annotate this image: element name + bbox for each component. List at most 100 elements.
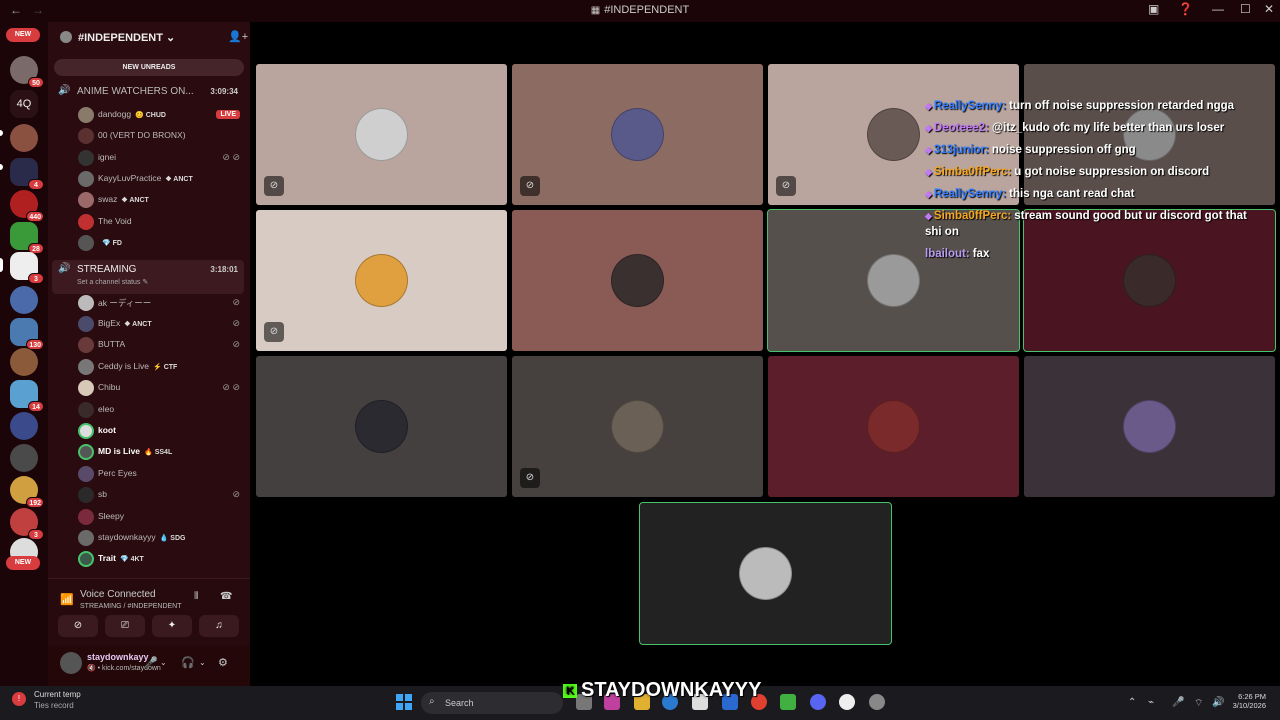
username: BigEx <box>98 318 121 328</box>
voice-user[interactable]: BUTTA ⊘ <box>76 335 244 355</box>
help-icon[interactable]: ❓ <box>1178 2 1193 16</box>
chat-message: ◆ ReallySenny: turn off noise suppression … <box>925 98 1265 114</box>
voice-user[interactable]: dandogg 😊 CHUD LIVE <box>76 105 244 125</box>
microphone-icon[interactable]: 🎤 <box>1172 697 1184 708</box>
server-icon[interactable]: 130 <box>10 318 44 350</box>
voice-user[interactable]: 00 (VERT DO BRONX) <box>76 126 244 146</box>
chat-text: fax <box>972 248 990 260</box>
voice-user[interactable]: ak ーディーー ⊘ <box>76 293 244 313</box>
soundboard-button[interactable]: ♫ <box>199 615 239 637</box>
maximize-icon[interactable]: ☐ <box>1240 2 1251 16</box>
voice-user[interactable]: swaz ❖ ANCT <box>76 190 244 210</box>
avatar <box>78 192 94 208</box>
search-icon: ⌕ <box>429 696 435 707</box>
server-icon[interactable] <box>10 286 38 314</box>
voice-user[interactable]: KayyLuvPractice ❖ ANCT <box>76 169 244 189</box>
server-icon[interactable]: 50 <box>10 56 44 88</box>
clock[interactable]: 6:26 PM 3/10/2026 <box>1226 692 1266 710</box>
server-icon[interactable]: 3 <box>10 508 44 540</box>
new-unreads-button[interactable]: NEW UNREADS <box>54 59 244 76</box>
microphone-icon[interactable]: 🎤 <box>144 656 158 669</box>
server-icon[interactable] <box>10 124 38 152</box>
noise-suppression-icon[interactable]: ⦀ <box>194 591 198 602</box>
voice-user[interactable]: staydownkayyy 💧 SDG <box>76 528 244 548</box>
chat-text: u got noise suppression on discord <box>1014 166 1210 178</box>
voice-user[interactable]: Perc Eyes <box>76 464 244 484</box>
chevron-down-icon[interactable]: ⌄ <box>160 658 167 667</box>
video-tile[interactable] <box>639 502 892 645</box>
camera-off-button[interactable]: ⊘ <box>58 615 98 637</box>
server-icon[interactable] <box>10 444 38 472</box>
chevron-down-icon[interactable]: ⌄ <box>199 658 206 667</box>
chat-text: turn off noise suppression retarded ngga <box>1009 100 1235 112</box>
obs-icon[interactable] <box>869 694 885 710</box>
voice-connected-subtitle[interactable]: STREAMING / #INDEPENDENT <box>80 603 182 610</box>
video-tile[interactable]: ⊘ <box>512 356 763 497</box>
video-tile[interactable] <box>768 356 1019 497</box>
server-icon[interactable]: 14 <box>10 380 44 412</box>
voice-user[interactable]: The Void <box>76 212 244 232</box>
avatar <box>78 150 94 166</box>
clan-tag: 💧 SDG <box>159 535 186 542</box>
voice-user[interactable]: koot <box>76 421 244 441</box>
minimize-icon[interactable]: — <box>1212 2 1224 16</box>
voice-user[interactable]: Chibu ⊘ ⊘ <box>76 378 244 398</box>
voice-channel-anime[interactable]: 🔊 ANIME WATCHERS ON... 3:09:34 <box>52 82 244 102</box>
voice-user[interactable]: BigEx ❖ ANCT ⊘ <box>76 314 244 334</box>
video-tile[interactable] <box>1024 356 1275 497</box>
voice-user[interactable]: 💎 FD <box>76 233 244 253</box>
new-pill[interactable]: NEW <box>6 556 40 570</box>
video-tile[interactable] <box>256 356 507 497</box>
avatar[interactable] <box>60 652 82 674</box>
mention-badge: 4 <box>28 179 44 190</box>
voice-user[interactable]: Trait 💎 4KT <box>76 549 244 569</box>
server-icon[interactable]: 28 <box>10 222 44 254</box>
voice-user[interactable]: eleo <box>76 400 244 420</box>
voice-user[interactable]: Ceddy is Live ⚡ CTF <box>76 357 244 377</box>
server-icon[interactable]: 440 <box>10 190 44 222</box>
network-icon[interactable]: ⌁ <box>1148 697 1154 708</box>
app-icon[interactable] <box>839 694 855 710</box>
avatar <box>78 530 94 546</box>
settings-gear-icon[interactable]: ⚙ <box>218 656 228 669</box>
headphones-icon[interactable]: 🎧 <box>181 656 195 669</box>
server-icon[interactable]: 4 <box>10 158 44 190</box>
server-icon[interactable]: 3 <box>10 252 44 284</box>
voice-channel-streaming[interactable]: 🔊 STREAMING 3:18:01 Set a channel status… <box>52 260 244 294</box>
activities-button[interactable]: ✦ <box>152 615 192 637</box>
server-icon[interactable]: 192 <box>10 476 44 508</box>
selected-indicator <box>0 258 3 272</box>
guild-header[interactable]: #INDEPENDENT ⌄ 👤+ <box>48 22 250 52</box>
voice-user[interactable]: MD is Live 🔥 SS4L <box>76 442 244 462</box>
volume-icon[interactable]: 🔊 <box>1212 697 1224 708</box>
video-tile[interactable]: ⊘ <box>256 64 507 205</box>
own-username[interactable]: staydownkayy <box>87 652 149 662</box>
weather-alert-icon: ! <box>12 692 26 706</box>
windows-start-icon[interactable] <box>396 694 412 710</box>
inbox-icon[interactable]: ▣ <box>1148 2 1159 16</box>
discord-icon[interactable] <box>810 694 826 710</box>
close-icon[interactable]: ✕ <box>1264 2 1274 16</box>
voice-user[interactable]: sb ⊘ <box>76 485 244 505</box>
disconnect-icon[interactable]: ☎ <box>220 591 232 602</box>
weather-title: Current temp <box>34 690 81 699</box>
new-pill[interactable]: NEW <box>6 28 40 42</box>
taskbar-search[interactable]: ⌕ Search <box>421 692 563 714</box>
video-tile[interactable] <box>512 210 763 351</box>
voice-user[interactable]: ignei ⊘ ⊘ <box>76 148 244 168</box>
signal-icon[interactable]: 📶 <box>60 593 74 606</box>
voice-user[interactable]: Sleepy <box>76 507 244 527</box>
voice-channel-name: ANIME WATCHERS ON... <box>77 86 194 97</box>
add-user-icon[interactable]: 👤+ <box>228 30 248 43</box>
video-tile[interactable]: ⊘ <box>512 64 763 205</box>
wifi-icon[interactable]: ⌔ <box>1194 697 1203 710</box>
channel-status[interactable]: Set a channel status ✎ <box>77 278 148 286</box>
video-tile[interactable]: ⊘ <box>256 210 507 351</box>
server-icon[interactable] <box>10 412 38 440</box>
server-icon[interactable]: 4Q <box>10 90 38 118</box>
chevron-up-icon[interactable]: ⌃ <box>1128 697 1136 708</box>
app-icon[interactable] <box>780 694 796 710</box>
share-screen-button[interactable]: ⎚ <box>105 615 145 637</box>
server-icon[interactable] <box>10 348 38 376</box>
clan-tag: ❖ ANCT <box>124 321 152 328</box>
